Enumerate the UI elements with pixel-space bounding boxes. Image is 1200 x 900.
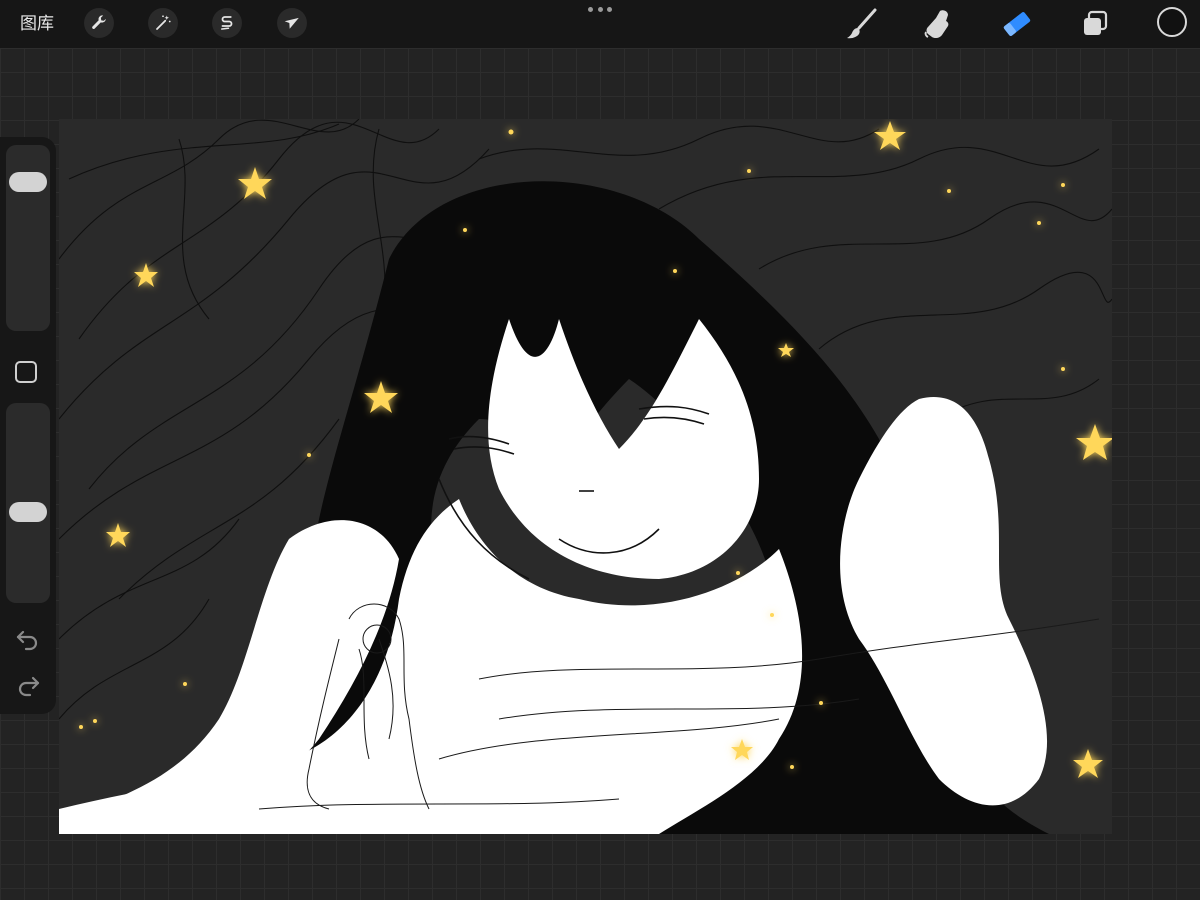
wrench-icon bbox=[92, 15, 107, 29]
star-dot bbox=[508, 129, 514, 135]
canvas-menu-grip[interactable] bbox=[588, 7, 612, 15]
eraser-icon bbox=[1003, 12, 1031, 36]
star-dot bbox=[183, 682, 187, 686]
star bbox=[874, 121, 906, 150]
star-dot bbox=[736, 571, 740, 575]
star bbox=[1076, 424, 1112, 460]
brush-tool-button[interactable] bbox=[844, 6, 880, 42]
brush-size-slider[interactable] bbox=[6, 145, 50, 331]
smudge-tool-button[interactable] bbox=[921, 6, 957, 42]
opacity-thumb[interactable] bbox=[9, 501, 47, 522]
star-dot bbox=[770, 613, 774, 617]
layers-button[interactable] bbox=[1077, 6, 1113, 42]
star-dot bbox=[307, 453, 311, 457]
brush-size-thumb[interactable] bbox=[9, 172, 47, 192]
star bbox=[106, 523, 130, 547]
artwork bbox=[59, 119, 1112, 834]
star-dot bbox=[1061, 367, 1065, 371]
color-picker-button[interactable] bbox=[1157, 7, 1187, 37]
star-dot bbox=[947, 189, 951, 193]
star-dot bbox=[79, 725, 83, 729]
selection-button[interactable] bbox=[212, 8, 242, 38]
star-dot bbox=[747, 169, 751, 173]
magic-wand-icon bbox=[156, 15, 171, 30]
adjustments-button[interactable] bbox=[148, 8, 178, 38]
undo-button[interactable] bbox=[14, 627, 42, 651]
star-dot bbox=[790, 765, 794, 769]
redo-icon bbox=[18, 676, 40, 697]
star bbox=[134, 263, 158, 287]
smudge-icon bbox=[924, 10, 949, 39]
opacity-slider[interactable] bbox=[6, 403, 50, 603]
layers-icon bbox=[1084, 10, 1108, 35]
redo-button[interactable] bbox=[14, 673, 42, 697]
modify-button[interactable] bbox=[15, 361, 37, 383]
transform-arrow-icon bbox=[284, 17, 299, 29]
actions-button[interactable] bbox=[84, 8, 114, 38]
transform-button[interactable] bbox=[277, 8, 307, 38]
left-sidebar bbox=[0, 137, 56, 714]
selection-icon bbox=[221, 16, 233, 30]
drawing-canvas[interactable] bbox=[59, 119, 1112, 834]
star bbox=[1073, 749, 1103, 778]
star-dot bbox=[1061, 183, 1065, 187]
star-dot bbox=[819, 701, 823, 705]
brush-icon bbox=[847, 8, 877, 39]
star-dot bbox=[1037, 221, 1041, 225]
star bbox=[238, 167, 272, 199]
star-dot bbox=[93, 719, 97, 723]
undo-icon bbox=[16, 630, 38, 651]
top-toolbar: 图库 bbox=[0, 0, 1200, 48]
star-dot bbox=[463, 228, 467, 232]
gallery-button[interactable]: 图库 bbox=[20, 12, 54, 36]
star-dot bbox=[673, 269, 677, 273]
eraser-tool-button[interactable] bbox=[999, 6, 1035, 42]
